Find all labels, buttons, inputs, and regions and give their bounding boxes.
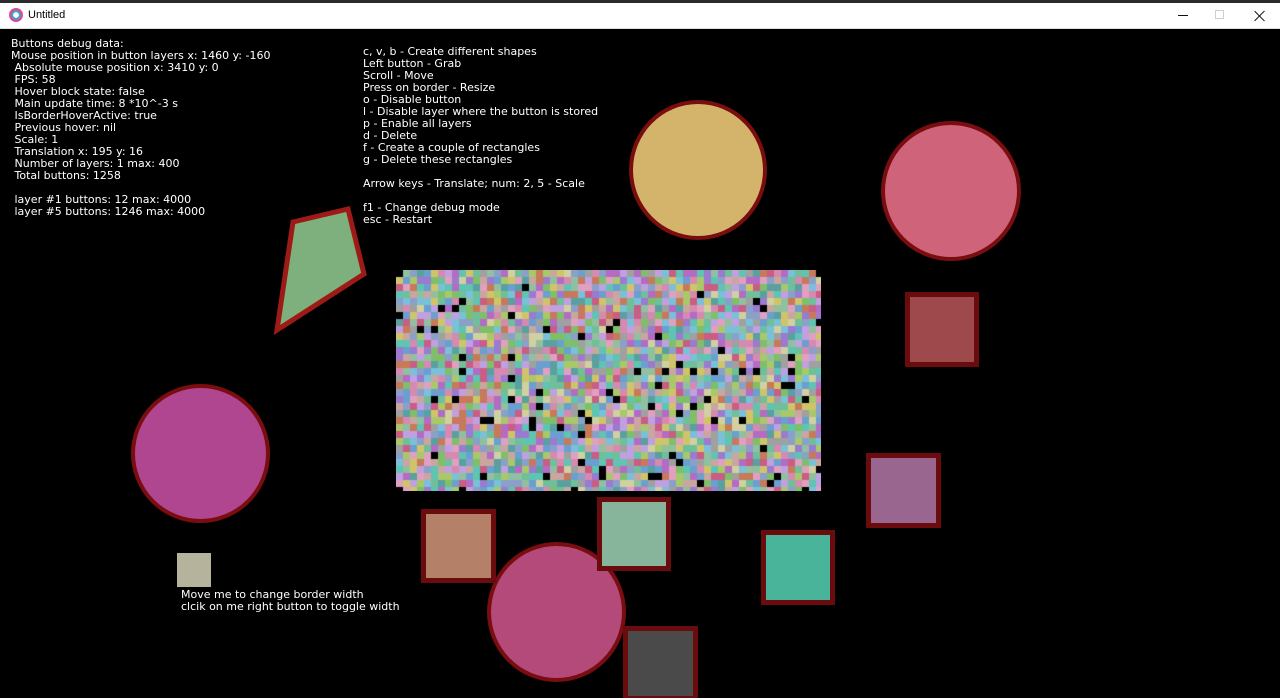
square-shape-teal[interactable]	[761, 530, 835, 605]
help-line: g - Delete these rectangles	[363, 153, 513, 166]
canvas-area[interactable]: Buttons debug data: Mouse position in bu…	[0, 30, 1280, 698]
circle-shape-yellow[interactable]	[629, 100, 767, 240]
maximize-icon	[1215, 10, 1224, 19]
square-shape-purple[interactable]	[866, 453, 941, 528]
polygon-shape-body[interactable]	[273, 205, 367, 336]
button-grid[interactable]	[396, 270, 821, 491]
border-width-handle[interactable]	[177, 553, 211, 587]
square-shape-tan[interactable]	[421, 509, 496, 583]
border-hint-line: clcik on me right button to toggle width	[181, 600, 400, 613]
minimize-icon	[1178, 15, 1188, 16]
square-shape-sage[interactable]	[597, 497, 671, 571]
close-button[interactable]	[1240, 3, 1280, 28]
debug-line: Total buttons: 1258	[11, 169, 121, 182]
close-icon	[1254, 5, 1266, 25]
window-title: Untitled	[28, 9, 66, 21]
window-titlebar[interactable]: Untitled	[0, 3, 1280, 29]
help-line: Arrow keys - Translate; num: 2, 5 - Scal…	[363, 177, 585, 190]
circle-shape-magenta[interactable]	[131, 384, 270, 523]
polygon-shape[interactable]	[270, 202, 374, 338]
app-icon	[9, 8, 23, 22]
square-shape-red[interactable]	[905, 292, 979, 367]
maximize-button[interactable]	[1200, 3, 1240, 28]
circle-shape-pink[interactable]	[881, 121, 1021, 261]
debug-line: layer #5 buttons: 1246 max: 4000	[11, 205, 206, 218]
minimize-button[interactable]	[1163, 3, 1203, 28]
square-shape-gray[interactable]	[623, 626, 698, 698]
